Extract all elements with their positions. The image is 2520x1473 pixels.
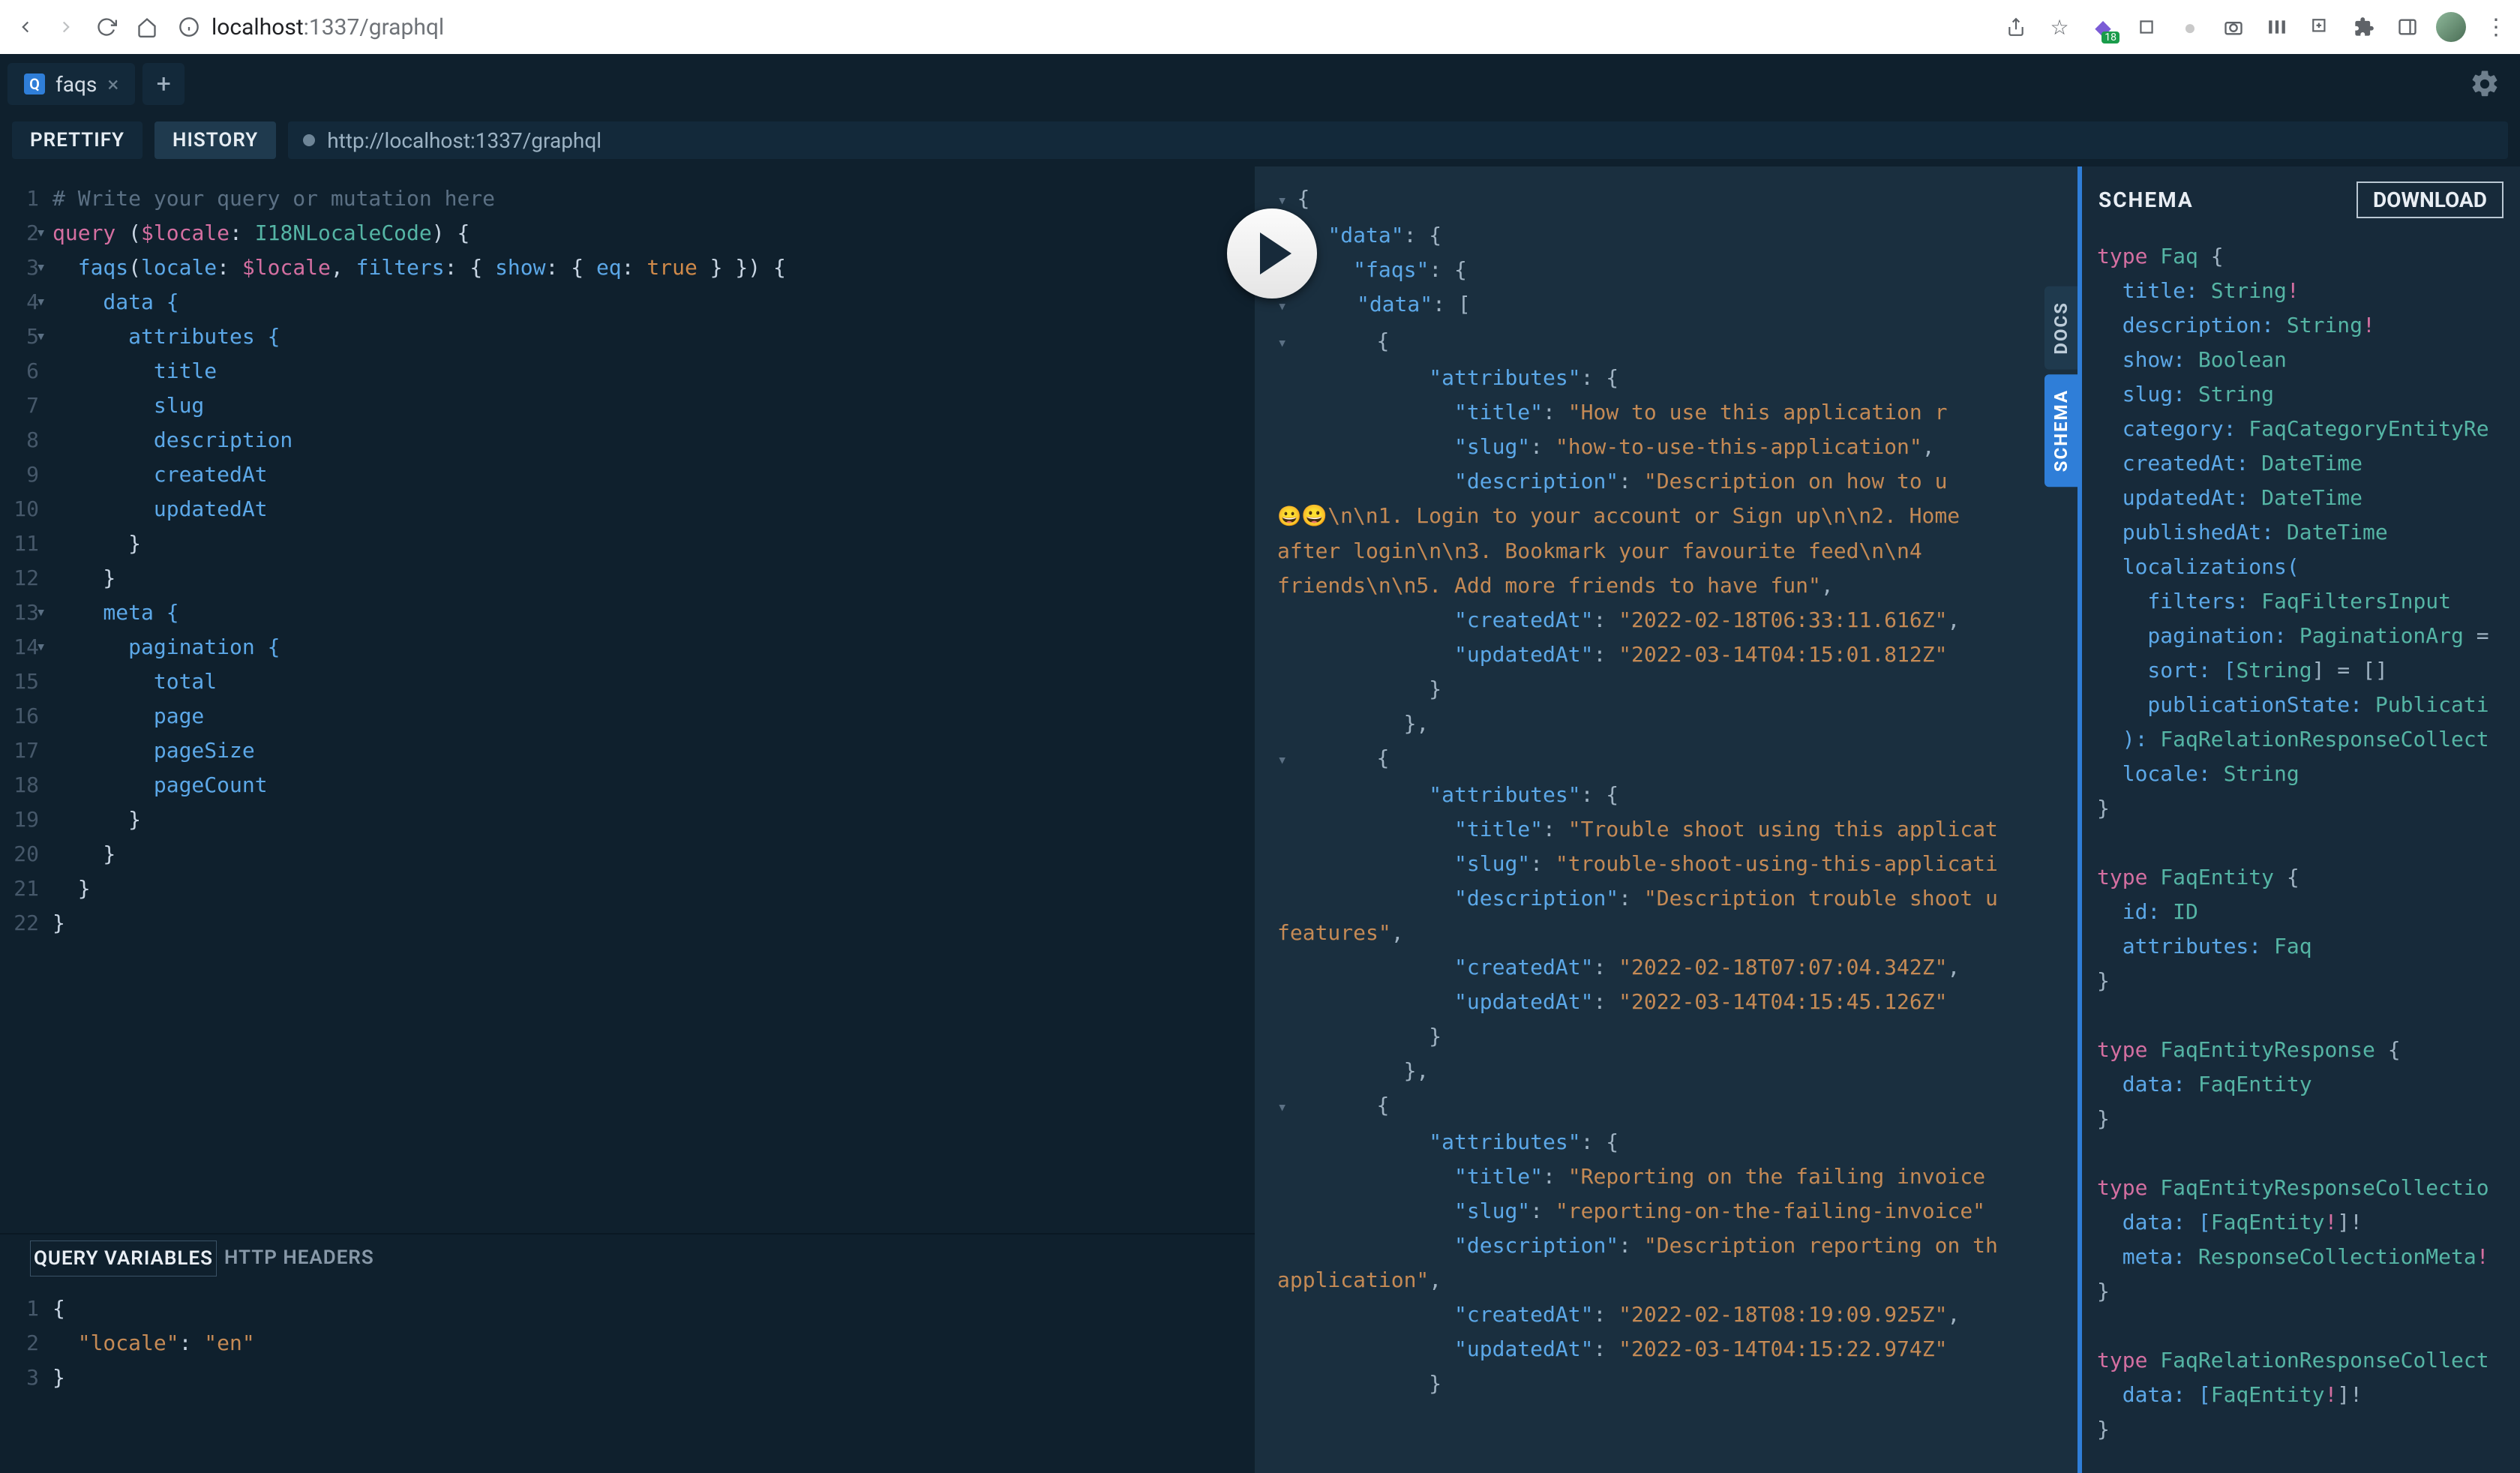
back-icon[interactable] [10,12,40,42]
extension-crop-icon[interactable] [2132,12,2162,42]
vars-code[interactable]: { "locale": "en" } [45,1276,255,1473]
bookmark-icon[interactable]: ☆ [2044,12,2074,42]
query-editor[interactable]: 1 2 3 4 5 6 7 8 9 10 11 12 13 14 15 16 1… [0,166,1255,1233]
endpoint-url: http://localhost:1337/graphql [327,128,602,153]
query-code[interactable]: # Write your query or mutation here quer… [45,166,786,1233]
schema-body[interactable]: type Faq { title: String! description: S… [2082,233,2520,1473]
browser-chrome-bar: localhost:1337/graphql ☆ ◆18 ● ⋮ [0,0,2520,54]
playground-tabs: Q faqs × + [0,54,2520,114]
play-icon [1260,232,1292,274]
reload-icon[interactable] [92,12,122,42]
extension-redux-icon[interactable]: ◆18 [2088,12,2118,42]
tab-label: faqs [56,72,97,97]
schema-header: SCHEMA DOWNLOAD [2082,166,2520,233]
home-icon[interactable] [132,12,162,42]
close-icon[interactable]: × [107,72,118,97]
extension-new-tab-icon[interactable] [2306,12,2336,42]
variables-panel: QUERY VARIABLES HTTP HEADERS 1 2 3 { "lo… [0,1233,1255,1473]
extensions-puzzle-icon[interactable] [2349,12,2379,42]
chrome-menu-icon[interactable]: ⋮ [2480,12,2510,42]
forward-icon[interactable] [51,12,81,42]
tab-badge-icon: Q [24,74,45,94]
site-info-icon[interactable] [176,14,202,40]
vars-editor[interactable]: 1 2 3 { "locale": "en" } [0,1276,1255,1473]
docs-rail[interactable]: DOCS [2044,286,2078,370]
share-icon[interactable] [2001,12,2031,42]
vars-tabs: QUERY VARIABLES HTTP HEADERS [0,1234,1255,1276]
query-column: 1 2 3 4 5 6 7 8 9 10 11 12 13 14 15 16 1… [0,166,1255,1473]
endpoint-input[interactable]: http://localhost:1337/graphql [288,122,2508,159]
tab-faqs[interactable]: Q faqs × [8,63,135,105]
history-button[interactable]: HISTORY [154,122,276,159]
new-tab-button[interactable]: + [142,63,184,105]
result-column: DOCS SCHEMA ▾ { "data": { "faqs": { ▾ "d… [1255,166,2078,1473]
side-panel-icon[interactable] [2392,12,2422,42]
extension-camera-icon[interactable] [2218,12,2248,42]
gear-icon[interactable] [2469,68,2500,100]
tab-query-variables[interactable]: QUERY VARIABLES [30,1240,217,1276]
schema-title: SCHEMA [2098,188,2194,212]
extension-dot-icon[interactable]: ● [2175,12,2205,42]
schema-rail[interactable]: SCHEMA [2044,374,2078,487]
side-rails: DOCS SCHEMA [2044,286,2078,487]
result-viewer[interactable]: ▾ { "data": { "faqs": { ▾ "data": [ ▾ { … [1255,166,2078,1473]
prettify-button[interactable]: PRETTIFY [12,122,142,159]
status-dot-icon [303,134,315,146]
vars-gutter: 1 2 3 [0,1276,45,1473]
download-button[interactable]: DOWNLOAD [2356,182,2504,218]
extension-piano-icon[interactable] [2262,12,2292,42]
url-text: localhost:1337/graphql [212,14,444,40]
chrome-right-icons: ☆ ◆18 ● ⋮ [2001,12,2510,42]
workspace: 1 2 3 4 5 6 7 8 9 10 11 12 13 14 15 16 1… [0,166,2520,1473]
playground-shell: Q faqs × + PRETTIFY HISTORY http://local… [0,54,2520,1473]
execute-button[interactable] [1227,208,1317,298]
fold-markers[interactable]: ▾ ▾ ▾ ▾ ▾ ▾ [36,182,50,906]
schema-column: SCHEMA DOWNLOAD type Faq { title: String… [2078,166,2520,1473]
toolbar: PRETTIFY HISTORY http://localhost:1337/g… [0,114,2520,166]
tab-http-headers[interactable]: HTTP HEADERS [221,1240,377,1276]
address-bar[interactable]: localhost:1337/graphql [172,14,1990,40]
profile-avatar[interactable] [2436,12,2466,42]
